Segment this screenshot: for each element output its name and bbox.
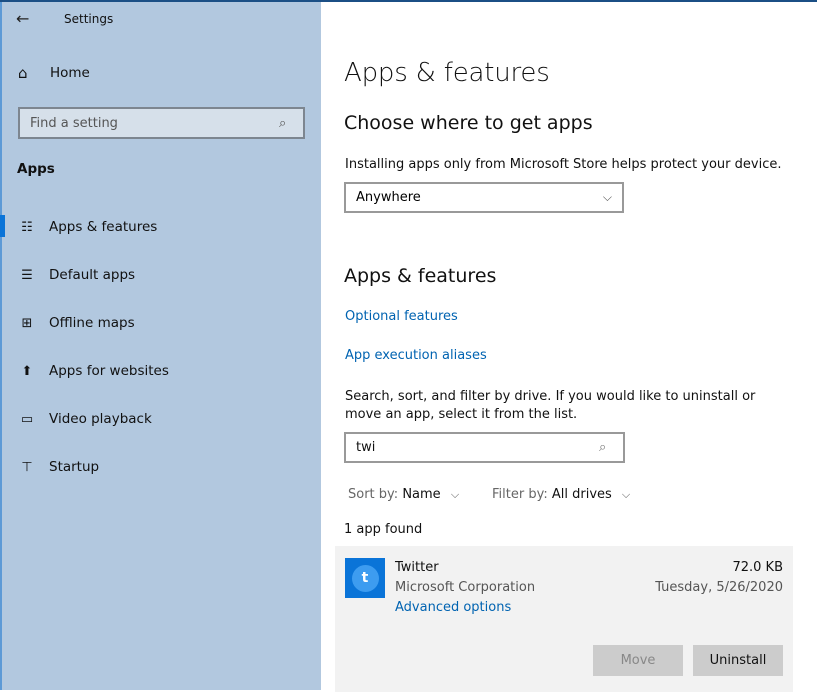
sidebar-item-offline-maps[interactable]: ⊞ Offline maps bbox=[2, 303, 321, 343]
default-apps-icon: ☰ bbox=[21, 267, 33, 283]
twitter-bird-icon: t bbox=[351, 564, 379, 592]
sidebar-item-label: Offline maps bbox=[49, 315, 135, 331]
apps-found-count: 1 app found bbox=[344, 522, 423, 537]
home-icon: ⌂ bbox=[18, 64, 28, 82]
startup-monitor-icon: ⊤ bbox=[21, 459, 33, 475]
choose-apps-description: Installing apps only from Microsoft Stor… bbox=[345, 157, 782, 172]
sidebar-section-apps: Apps bbox=[17, 161, 55, 177]
sidebar-item-label: Default apps bbox=[49, 267, 136, 283]
sidebar-item-apps-features[interactable]: ☷ Apps & features bbox=[0, 207, 321, 247]
choose-apps-heading: Choose where to get apps bbox=[344, 112, 593, 134]
find-setting-input[interactable] bbox=[20, 114, 279, 132]
app-source-dropdown[interactable]: Anywhere ⌵ bbox=[344, 182, 624, 213]
search-icon[interactable]: ⌕ bbox=[599, 440, 623, 455]
filter-by-dropdown[interactable]: Filter by: All drives ⌵ bbox=[492, 487, 630, 502]
map-download-icon: ⊞ bbox=[21, 315, 33, 331]
sidebar-item-label: Startup bbox=[49, 459, 100, 475]
chevron-down-icon: ⌵ bbox=[450, 488, 460, 501]
find-setting-search[interactable]: ⌕ bbox=[18, 107, 305, 139]
apps-features-heading: Apps & features bbox=[344, 265, 497, 287]
chevron-down-icon: ⌵ bbox=[621, 488, 631, 501]
app-search-input[interactable] bbox=[346, 439, 599, 456]
filter-by-label: Filter by: bbox=[492, 487, 548, 502]
back-arrow-icon[interactable]: ← bbox=[16, 9, 29, 28]
active-indicator bbox=[0, 215, 5, 237]
sidebar-item-label: Apps for websites bbox=[49, 363, 169, 379]
uninstall-button[interactable]: Uninstall bbox=[693, 645, 783, 676]
main-content: Apps & features Choose where to get apps… bbox=[321, 2, 817, 692]
app-list-search[interactable]: ⌕ bbox=[344, 432, 625, 463]
move-button[interactable]: Move bbox=[593, 645, 683, 676]
app-execution-aliases-link[interactable]: App execution aliases bbox=[345, 348, 487, 363]
sidebar-item-label: Video playback bbox=[49, 411, 152, 427]
chevron-down-icon: ⌵ bbox=[602, 190, 612, 204]
search-icon[interactable]: ⌕ bbox=[279, 116, 303, 131]
sidebar-item-label: Apps & features bbox=[49, 219, 158, 235]
app-install-date: Tuesday, 5/26/2020 bbox=[655, 580, 783, 595]
twitter-app-icon: t bbox=[345, 558, 385, 598]
page-title: Apps & features bbox=[344, 58, 550, 88]
sidebar-item-startup[interactable]: ⊤ Startup bbox=[2, 447, 321, 487]
dropdown-value: Anywhere bbox=[356, 190, 421, 205]
sidebar-home[interactable]: ⌂ Home bbox=[18, 64, 90, 82]
sidebar-item-video-playback[interactable]: ▭ Video playback bbox=[2, 399, 321, 439]
app-publisher: Microsoft Corporation bbox=[395, 580, 536, 595]
advanced-options-link[interactable]: Advanced options bbox=[395, 600, 511, 615]
sort-by-dropdown[interactable]: Sort by: Name ⌵ bbox=[348, 487, 459, 502]
sort-by-value: Name bbox=[402, 487, 441, 502]
filter-by-value: All drives bbox=[551, 487, 612, 502]
app-size: 72.0 KB bbox=[732, 560, 783, 575]
sidebar-item-default-apps[interactable]: ☰ Default apps bbox=[2, 255, 321, 295]
sidebar-item-apps-for-websites[interactable]: ⬆ Apps for websites bbox=[2, 351, 321, 391]
sort-by-label: Sort by: bbox=[348, 487, 399, 502]
list-icon: ☷ bbox=[21, 219, 33, 235]
home-label: Home bbox=[50, 65, 90, 81]
search-description: Search, sort, and filter by drive. If yo… bbox=[345, 389, 756, 422]
optional-features-link[interactable]: Optional features bbox=[345, 309, 458, 324]
sidebar: ← Settings ⌂ Home ⌕ Apps ☷ Apps & featur… bbox=[0, 2, 321, 690]
open-in-app-icon: ⬆ bbox=[21, 363, 33, 379]
app-list-item[interactable]: t Twitter Microsoft Corporation Advanced… bbox=[335, 546, 793, 692]
video-camera-icon: ▭ bbox=[20, 411, 34, 427]
app-name: Twitter bbox=[395, 560, 439, 575]
window-title: Settings bbox=[64, 12, 114, 26]
